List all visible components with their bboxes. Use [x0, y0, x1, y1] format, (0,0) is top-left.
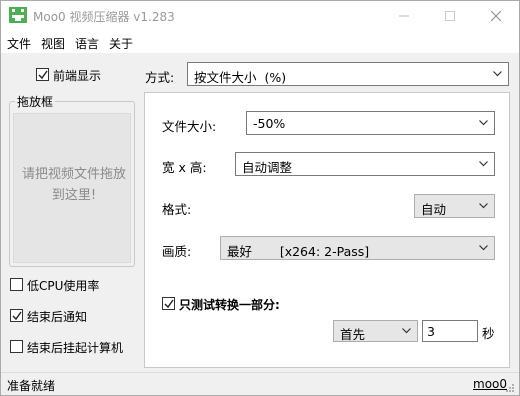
notify-when-done-checkbox[interactable] [10, 309, 23, 322]
method-select[interactable]: 按文件大小 (%) [187, 62, 509, 86]
chevron-down-icon [479, 161, 488, 167]
app-logo-icon [9, 7, 27, 23]
chevron-down-icon [402, 328, 411, 334]
minimize-button[interactable] [381, 1, 427, 31]
minimize-icon [399, 15, 409, 17]
menu-bar: 文件 视图 语言 关于 [1, 31, 519, 53]
quality-select[interactable]: 最好 [x264: 2-Pass] [220, 236, 495, 260]
checkmark-icon [12, 311, 22, 321]
chevron-down-icon [479, 203, 488, 209]
always-on-top-checkbox[interactable] [36, 68, 49, 81]
moo0-link[interactable]: moo0 [473, 377, 507, 391]
test-seconds-value: 3 [427, 324, 435, 339]
drop-box-area[interactable]: 请把视频文件拖放到这里! [13, 113, 131, 263]
menu-view[interactable]: 视图 [41, 35, 65, 52]
window-title: Moo0 视频压缩器 v1.283 [33, 10, 175, 24]
low-cpu-checkbox[interactable] [10, 278, 23, 291]
drop-box-caption: 拖放框 [15, 93, 56, 110]
format-value: 自动 [421, 202, 447, 217]
checkmark-icon [38, 70, 48, 80]
always-on-top-label[interactable]: 前端显示 [53, 67, 101, 84]
dimensions-label: 宽 x 高: [162, 160, 207, 175]
format-label: 格式: [162, 202, 192, 217]
status-bar-divider [1, 372, 519, 373]
checkmark-icon [164, 299, 174, 309]
menu-language[interactable]: 语言 [75, 35, 99, 52]
chevron-down-icon [479, 245, 488, 251]
seconds-unit-label: 秒 [482, 326, 495, 341]
status-text: 准备就绪 [7, 379, 56, 393]
test-position-value: 首先 [340, 327, 366, 342]
maximize-icon [445, 11, 455, 21]
method-label: 方式: [145, 70, 175, 85]
hibernate-when-done-checkbox[interactable] [10, 340, 23, 353]
chevron-down-icon [479, 120, 488, 126]
file-size-label: 文件大小: [162, 119, 217, 134]
close-icon [491, 11, 501, 21]
low-cpu-label[interactable]: 低CPU使用率 [27, 277, 99, 294]
drop-box-hint: 请把视频文件拖放到这里! [22, 167, 127, 203]
chevron-down-icon [493, 71, 502, 77]
test-part-checkbox[interactable] [162, 297, 175, 310]
file-size-select[interactable]: -50% [246, 111, 495, 135]
quality-label: 画质: [162, 244, 192, 259]
file-size-value: -50% [253, 116, 286, 131]
menu-about[interactable]: 关于 [109, 35, 133, 52]
method-value: 按文件大小 (%) [194, 70, 287, 85]
hibernate-when-done-label[interactable]: 结束后挂起计算机 [27, 339, 123, 356]
app-window: Moo0 视频压缩器 v1.283 文件 视图 语言 关于 前端显示 拖放框 请… [0, 0, 520, 396]
dimensions-select[interactable]: 自动调整 [235, 152, 495, 176]
menu-file[interactable]: 文件 [7, 35, 31, 52]
dimensions-value: 自动调整 [242, 160, 293, 175]
title-bar[interactable]: Moo0 视频压缩器 v1.283 [1, 1, 519, 31]
close-button[interactable] [473, 1, 519, 31]
test-part-label[interactable]: 只测试转换一部分: [179, 296, 280, 313]
notify-when-done-label[interactable]: 结束后通知 [27, 308, 87, 325]
test-seconds-input[interactable]: 3 [422, 320, 478, 342]
quality-value: 最好 [x264: 2-Pass] [227, 244, 370, 259]
test-position-select[interactable]: 首先 [333, 320, 418, 342]
resize-grip-icon[interactable] [505, 383, 515, 393]
format-select[interactable]: 自动 [414, 194, 495, 218]
maximize-button[interactable] [427, 1, 473, 31]
